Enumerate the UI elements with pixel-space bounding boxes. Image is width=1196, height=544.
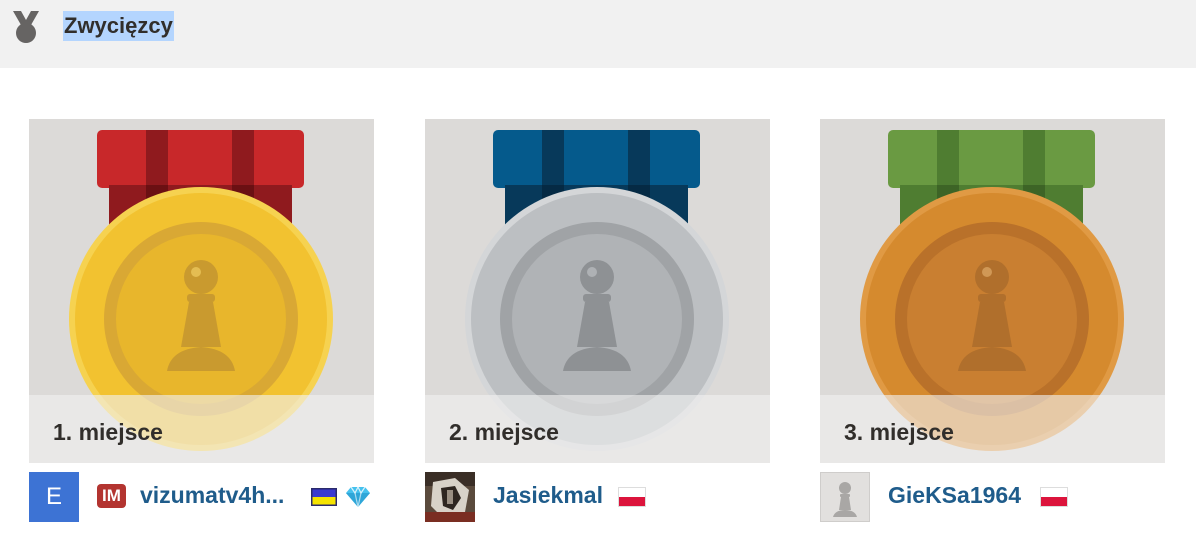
winners-header: Zwycięzcy bbox=[0, 0, 1196, 68]
winner-third: GieKSa1964 bbox=[820, 472, 1165, 522]
podium-card-first: 1. miejsce bbox=[29, 119, 374, 463]
username-link[interactable]: Jasiekmal bbox=[493, 482, 603, 509]
place-label: 2. miejsce bbox=[449, 419, 559, 445]
title-badge: IM bbox=[97, 484, 126, 508]
place-label: 1. miejsce bbox=[53, 419, 163, 445]
username-link[interactable]: GieKSa1964 bbox=[888, 482, 1021, 509]
user-photo-avatar[interactable] bbox=[425, 472, 475, 522]
podium-card-second: 2. miejsce bbox=[425, 119, 770, 463]
medal-icon bbox=[13, 11, 39, 43]
podium-card-third: 3. miejsce bbox=[820, 119, 1165, 463]
flag-poland-icon bbox=[1041, 488, 1067, 506]
diamond-membership-icon bbox=[346, 485, 370, 508]
winner-first: E IM vizumatv4h... bbox=[29, 472, 374, 522]
flag-poland-icon bbox=[619, 488, 645, 506]
flag-ukraine-icon bbox=[311, 488, 337, 506]
winner-second: Jasiekmal bbox=[425, 472, 770, 522]
default-pawn-avatar[interactable] bbox=[820, 472, 870, 522]
username-link[interactable]: vizumatv4h... bbox=[140, 482, 284, 509]
page-title: Zwycięzcy bbox=[63, 11, 174, 41]
place-label: 3. miejsce bbox=[844, 419, 954, 445]
avatar[interactable]: E bbox=[29, 472, 79, 522]
